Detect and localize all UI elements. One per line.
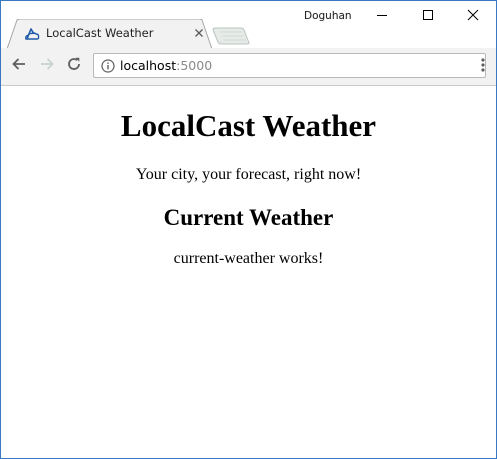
url-text: localhost:5000 [120, 58, 212, 73]
tab-title: LocalCast Weather [46, 26, 154, 40]
back-button[interactable] [9, 56, 29, 76]
reload-icon [66, 56, 82, 77]
browser-window: LocalCast Weather Doguhan localhost:5000… [0, 0, 497, 459]
current-weather-component-text: current-weather works! [173, 250, 324, 267]
url-host: localhost [120, 58, 177, 73]
maximize-button[interactable] [405, 1, 451, 33]
info-icon[interactable] [101, 59, 115, 73]
minimize-icon [376, 8, 388, 26]
page-title: LocalCast Weather [120, 108, 377, 143]
angular-cloud-icon [24, 27, 40, 41]
new-tab-button[interactable] [211, 27, 251, 45]
kebab-menu-icon [481, 57, 485, 78]
close-icon [467, 8, 479, 26]
url-port: :5000 [176, 58, 213, 73]
page-tagline: Your city, your forecast, right now! [135, 166, 362, 183]
browser-toolbar: localhost:5000 [1, 48, 496, 86]
tab-close-icon[interactable] [192, 26, 206, 40]
forward-arrow-icon [39, 56, 55, 77]
minimize-button[interactable] [359, 1, 405, 33]
browser-menu-button[interactable] [475, 57, 491, 77]
reload-button[interactable] [64, 56, 84, 76]
page-content: LocalCast Weather Your city, your foreca… [1, 86, 496, 458]
forward-button[interactable] [37, 56, 57, 76]
close-window-button[interactable] [450, 1, 496, 33]
section-heading: Current Weather [163, 205, 334, 230]
maximize-icon [422, 8, 434, 26]
browser-tab[interactable]: LocalCast Weather [7, 19, 212, 49]
back-arrow-icon [11, 56, 27, 77]
address-bar[interactable]: localhost:5000 [93, 53, 486, 78]
title-bar: LocalCast Weather Doguhan [1, 1, 496, 49]
profile-name[interactable]: Doguhan [304, 10, 352, 22]
